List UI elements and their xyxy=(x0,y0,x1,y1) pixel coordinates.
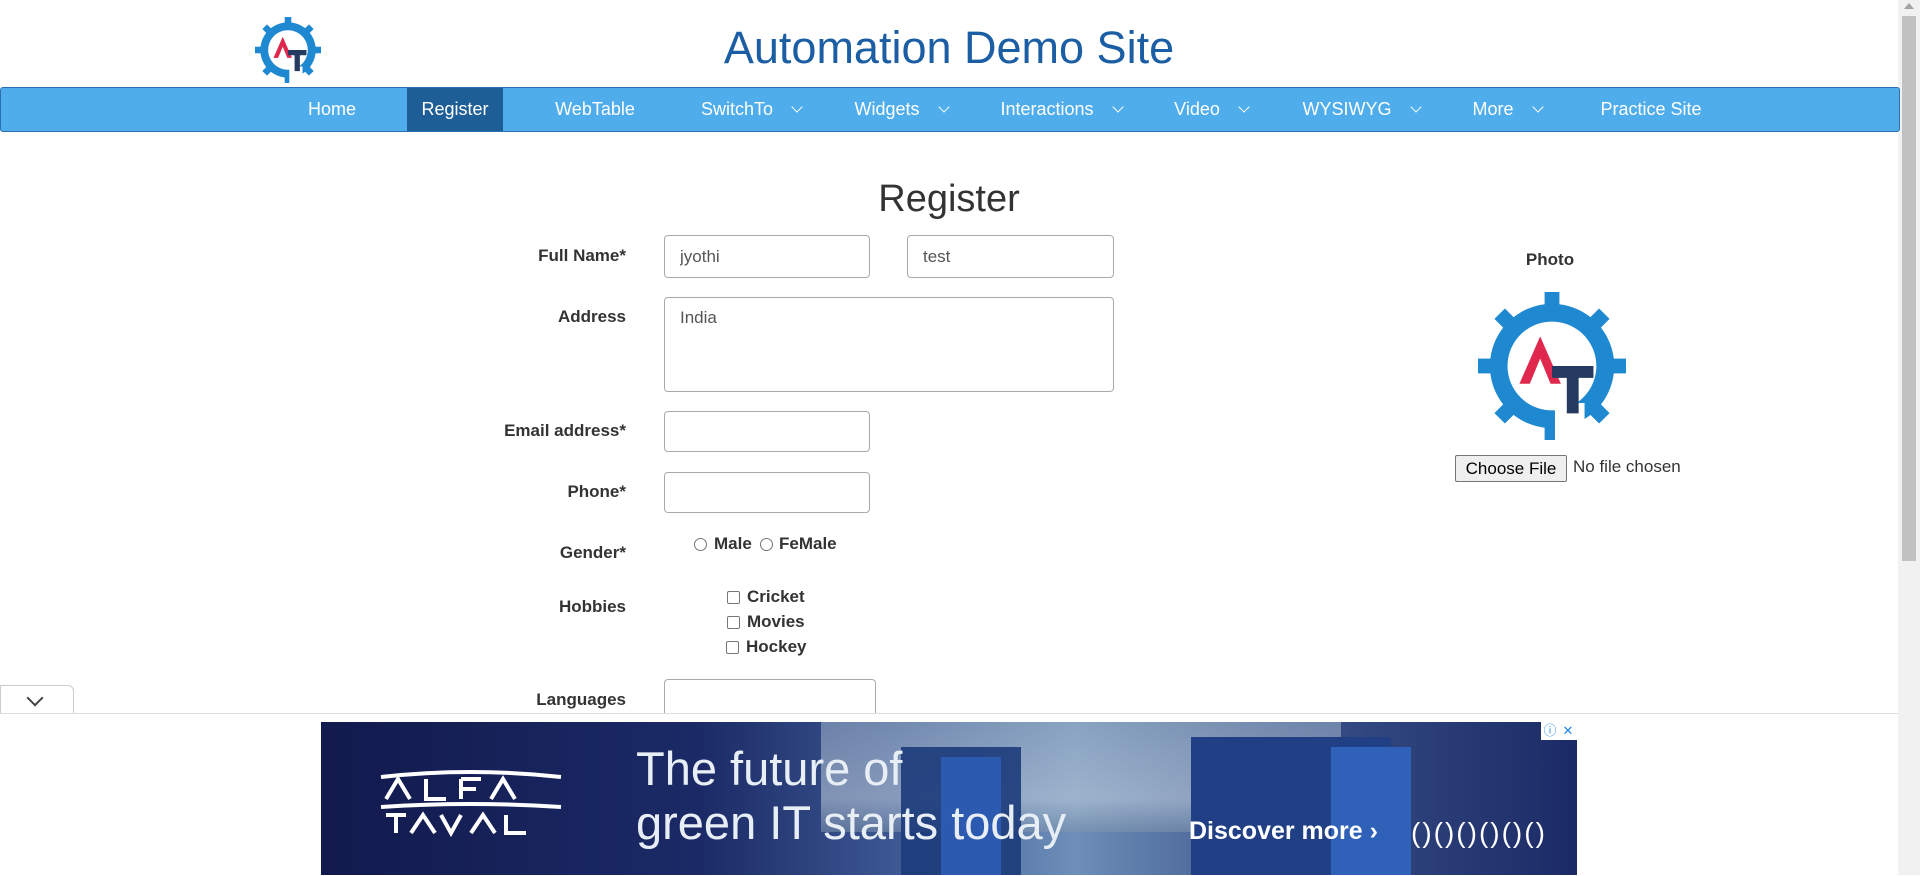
gender-male-radio[interactable] xyxy=(694,538,707,551)
ad-container-image xyxy=(1331,747,1411,875)
languages-label: Languages xyxy=(536,690,626,709)
address-textarea[interactable]: India xyxy=(664,297,1114,392)
ad-decoration: ()()()()()() xyxy=(1411,817,1547,848)
ad-discover-more-link[interactable]: Discover more › xyxy=(1189,817,1378,846)
chevron-down-icon xyxy=(26,689,44,707)
hobby-cricket-checkbox[interactable] xyxy=(727,591,740,604)
chevron-down-icon xyxy=(791,101,803,113)
nav-widgets[interactable]: Widgets xyxy=(846,88,956,131)
hobby-hockey-label: Hockey xyxy=(746,637,807,656)
nav-switchto[interactable]: SwitchTo xyxy=(691,88,811,131)
gender-male-label: Male xyxy=(714,534,752,553)
chevron-down-icon xyxy=(937,101,950,113)
address-label: Address xyxy=(557,307,626,326)
hobby-cricket-label: Cricket xyxy=(747,587,805,606)
chevron-down-icon xyxy=(1238,101,1250,113)
nav-practice-site[interactable]: Practice Site xyxy=(1586,88,1716,131)
nav-wysiwyg[interactable]: WYSIWYG xyxy=(1296,88,1426,131)
page-scrollbar[interactable] xyxy=(1898,0,1920,875)
nav-video-label: Video xyxy=(1174,99,1220,119)
ad-headline: The future of green IT starts today xyxy=(636,742,1066,850)
nav-wysiwyg-label: WYSIWYG xyxy=(1302,99,1392,119)
nav-more-label: More xyxy=(1472,99,1514,119)
full-name-label: Full Name* xyxy=(538,246,626,265)
phone-label: Phone* xyxy=(567,482,626,501)
nav-home[interactable]: Home xyxy=(292,88,372,131)
hobby-movies-label: Movies xyxy=(747,612,805,631)
email-label: Email address* xyxy=(504,421,626,440)
hobby-movies-checkbox[interactable] xyxy=(727,616,740,629)
gender-label: Gender* xyxy=(559,543,626,562)
languages-multiselect[interactable] xyxy=(664,679,876,713)
nav-interactions-label: Interactions xyxy=(1000,99,1094,119)
hobbies-label: Hobbies xyxy=(558,597,626,616)
ad-close-icon[interactable]: ✕ xyxy=(1559,722,1577,740)
choose-file-button[interactable]: Choose File xyxy=(1455,455,1567,482)
ad-headline-line1: The future of xyxy=(636,742,903,795)
nav-video[interactable]: Video xyxy=(1166,88,1256,131)
photo-preview-logo xyxy=(1478,292,1626,440)
chevron-down-icon xyxy=(1111,101,1124,113)
gender-female-radio[interactable] xyxy=(760,538,773,551)
main-navbar: Home Register WebTable SwitchTo Widgets … xyxy=(0,87,1900,132)
phone-input[interactable] xyxy=(664,472,870,513)
chevron-down-icon xyxy=(1409,101,1422,113)
photo-label: Photo xyxy=(1525,250,1575,269)
nav-register[interactable]: Register xyxy=(407,88,503,131)
nav-widgets-label: Widgets xyxy=(854,99,920,119)
scroll-up-arrow-icon[interactable] xyxy=(1904,3,1914,9)
hobby-hockey-checkbox[interactable] xyxy=(726,641,739,654)
scrollbar-thumb[interactable] xyxy=(1902,16,1916,561)
ad-collapse-tab[interactable] xyxy=(0,685,74,714)
first-name-input[interactable] xyxy=(664,235,870,278)
ad-controls: ⓘ ✕ xyxy=(1541,722,1577,740)
ad-headline-line2: green IT starts today xyxy=(636,796,1067,849)
nav-more[interactable]: More xyxy=(1466,88,1548,131)
nav-webtable[interactable]: WebTable xyxy=(541,88,649,131)
site-title: Automation Demo Site xyxy=(723,22,1175,73)
advertisement-banner[interactable]: The future of green IT starts today Disc… xyxy=(321,722,1577,875)
email-input[interactable] xyxy=(664,411,870,452)
page-heading: Register xyxy=(878,178,1020,220)
ad-info-icon[interactable]: ⓘ xyxy=(1541,722,1559,740)
last-name-input[interactable] xyxy=(907,235,1114,278)
nav-interactions[interactable]: Interactions xyxy=(991,88,1131,131)
gender-female-label: FeMale xyxy=(779,534,837,553)
chevron-down-icon xyxy=(1531,101,1544,113)
alfa-laval-logo xyxy=(380,770,562,837)
nav-switchto-label: SwitchTo xyxy=(700,99,774,119)
file-status-text: No file chosen xyxy=(1573,457,1681,476)
